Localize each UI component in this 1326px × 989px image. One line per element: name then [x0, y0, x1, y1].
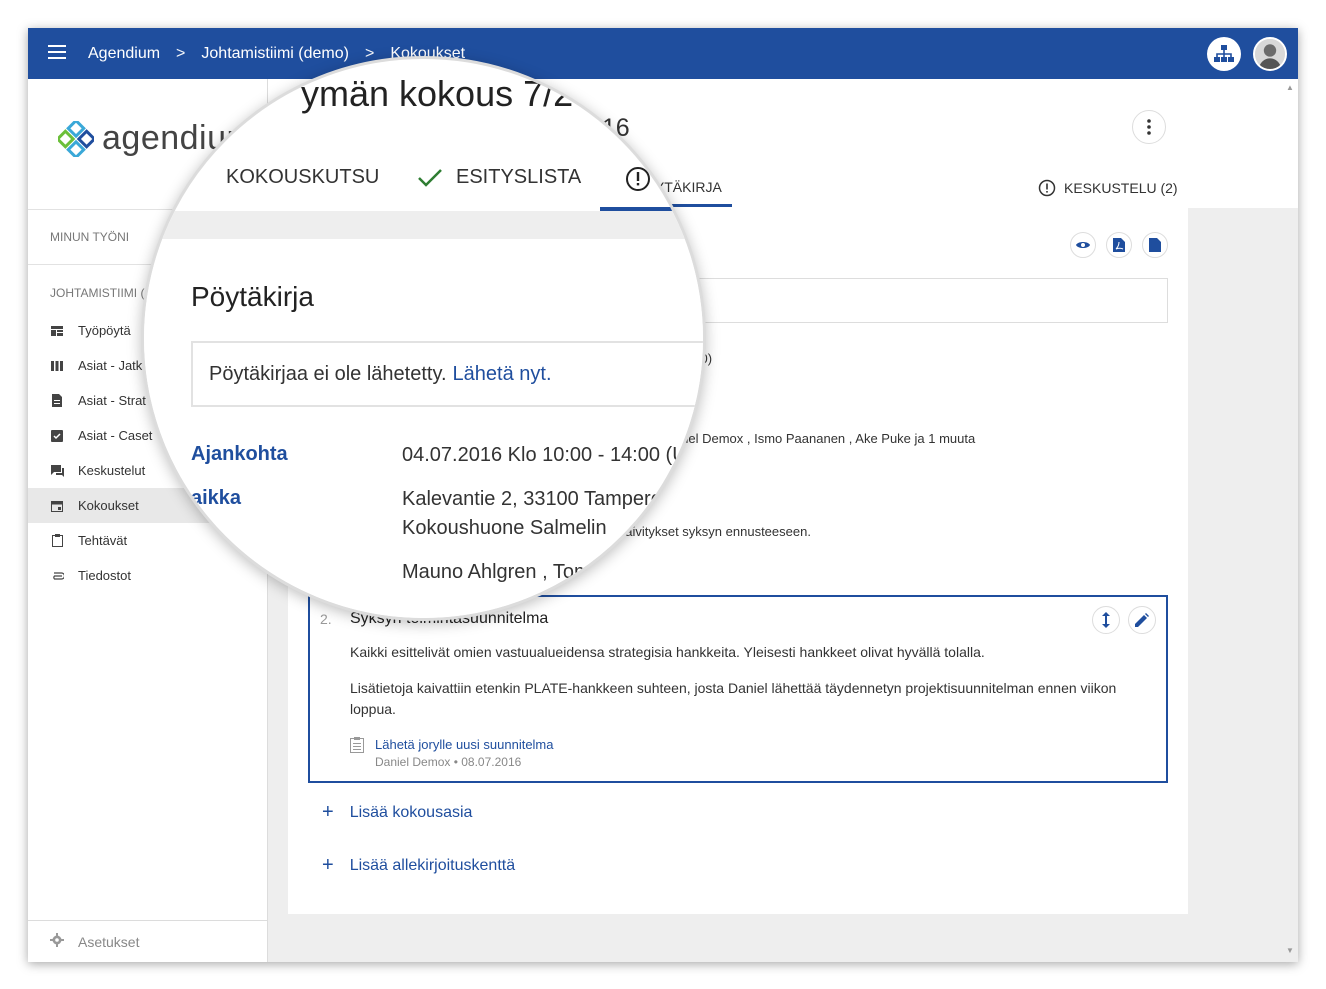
- gear-icon: [50, 933, 64, 950]
- preview-button[interactable]: [1070, 232, 1096, 258]
- value-participants: Mauno Ahlgren , Tom Cou: [402, 561, 633, 583]
- sidebar-item-label: Asiat - Strat: [78, 393, 146, 408]
- notice-box-tail: [648, 278, 1168, 323]
- settings-label: Asetukset: [78, 933, 140, 950]
- section-team[interactable]: JOHTAMISTIIMI (: [50, 286, 144, 300]
- alert-circle-icon: [1038, 179, 1056, 197]
- agenda-item[interactable]: 2. Syksyn toimintasuunnitelma Kaikki esi…: [308, 595, 1168, 783]
- tab-agenda[interactable]: ESITYSLISTA: [418, 166, 581, 189]
- pdf-icon: [1113, 238, 1125, 252]
- org-chart-icon[interactable]: [1207, 37, 1241, 71]
- scroll-up-arrow[interactable]: ▲: [1286, 83, 1294, 92]
- sidebar-item-label: Tiedostot: [78, 568, 131, 583]
- agenda-item-paragraph: Lisätietoja kaivattiin etenkin PLATE-han…: [350, 680, 1117, 717]
- minutes-heading: Pöytäkirja: [191, 281, 314, 312]
- alert-circle-icon: [626, 167, 650, 191]
- move-vertical-icon: [1102, 612, 1110, 628]
- more-options-button[interactable]: [1132, 110, 1166, 144]
- tab-agenda-label: ESITYSLISTA: [456, 166, 582, 188]
- map-icon[interactable]: [669, 490, 690, 510]
- add-agenda-item-label: Lisää kokousasia: [349, 803, 473, 821]
- notice-text: Pöytäkirjaa ei ole lähetetty.: [209, 362, 447, 385]
- label-place: aikka: [191, 487, 242, 509]
- sidebar-item-label: Työpöytä: [78, 323, 131, 338]
- edit-item-button[interactable]: [1128, 606, 1156, 634]
- columns-icon: [50, 359, 64, 373]
- tab-discussion[interactable]: KESKUSTELU (2): [1038, 179, 1178, 197]
- label-time: Ajankohta: [191, 443, 288, 465]
- zoom-content: ymän kokous 7/2 KOKOUSKUTSU ESITYSLISTA …: [144, 59, 706, 618]
- avatar[interactable]: [1253, 37, 1287, 71]
- add-signature-field-label: Lisää allekirjoituskenttä: [349, 856, 516, 874]
- agenda-item-paragraph: Kaikki esittelivät omien vastuualueidens…: [350, 644, 985, 660]
- send-now-link[interactable]: Lähetä nyt.: [453, 363, 552, 386]
- zoom-circle: ymän kokous 7/2 KOKOUSKUTSU ESITYSLISTA …: [141, 56, 706, 621]
- scroll-down-arrow[interactable]: ▼: [1286, 946, 1294, 955]
- plus-icon: +: [322, 854, 334, 876]
- pdf-button[interactable]: [1106, 232, 1132, 258]
- eye-icon: [1076, 242, 1090, 248]
- zoom-lens: ymän kokous 7/2 KOKOUSKUTSU ESITYSLISTA …: [141, 56, 706, 621]
- menu-icon[interactable]: [48, 45, 66, 61]
- zoom-meeting-title: ymän kokous 7/2: [301, 73, 574, 114]
- clipboard-icon: [50, 534, 64, 548]
- paperclip-icon: [50, 569, 64, 583]
- value-room: Kokoushuone Salmelin: [402, 517, 607, 539]
- sidebar-item-label: Tehtävät: [78, 533, 128, 548]
- dashboard-icon: [50, 324, 64, 338]
- sidebar-item-label: Asiat - Jatk: [78, 358, 143, 373]
- value-address: Kalevantie 2, 33100 Tampere: [402, 488, 690, 511]
- sidebar-item-label: Keskustelut: [78, 463, 146, 478]
- minutes-notice: Pöytäkirjaa ei ole lähetetty. Lähetä nyt…: [191, 341, 703, 407]
- file-icon: [1149, 238, 1161, 252]
- task-link[interactable]: Lähetä jorylle uusi suunnitelma: [375, 737, 554, 752]
- app-window: Agendium > Johtamistiimi (demo) > Kokouk…: [28, 28, 1298, 962]
- tab-invitation[interactable]: KOKOUSKUTSU: [226, 166, 379, 189]
- tab-minutes[interactable]: P: [625, 166, 676, 192]
- task-clipboard-icon: [350, 737, 364, 753]
- section-my-work[interactable]: MINUN TYÖNI: [50, 230, 129, 244]
- more-vertical-icon: [1147, 119, 1151, 135]
- add-agenda-item-button[interactable]: + Lisää kokousasia: [322, 801, 472, 824]
- label-participants[interactable]: ujat (4): [191, 560, 257, 583]
- pencil-icon: [1135, 613, 1149, 627]
- checklist-icon: [50, 429, 64, 443]
- move-item-button[interactable]: [1092, 606, 1120, 634]
- zoom-tabs: KOKOUSKUTSU ESITYSLISTA P: [144, 136, 703, 216]
- sidebar-item-label: Kokoukset: [78, 498, 139, 513]
- zoom-minutes-section: Pöytäkirja Pöytäkirjaa ei ole lähetetty.…: [144, 211, 706, 618]
- value-time: 04.07.2016 Klo 10:00 - 14:00 (UTC: [402, 444, 706, 466]
- task-meta: Daniel Demox • 08.07.2016: [375, 755, 522, 769]
- discussion-label: KESKUSTELU (2): [1064, 180, 1178, 196]
- chat-icon: [50, 464, 64, 478]
- add-signature-field-button[interactable]: + Lisää allekirjoituskenttä: [322, 854, 515, 877]
- agendium-logo-icon: [58, 120, 94, 157]
- document-button[interactable]: [1142, 232, 1168, 258]
- address-text: Kalevantie 2, 33100 Tampere: [402, 488, 662, 510]
- zoom-gap: [144, 211, 703, 239]
- participants-tail[interactable]: aniel Demox , Ismo Paananen , Ake Puke j…: [671, 431, 975, 446]
- plus-icon: +: [322, 801, 334, 823]
- tab-invitation-label: KOKOUSKUTSU: [226, 166, 380, 188]
- document-icon: [50, 394, 64, 408]
- settings-button[interactable]: Asetukset: [28, 920, 268, 962]
- check-icon: [418, 168, 442, 187]
- calendar-icon: [50, 499, 64, 513]
- tab-minutes-label: P: [663, 167, 677, 190]
